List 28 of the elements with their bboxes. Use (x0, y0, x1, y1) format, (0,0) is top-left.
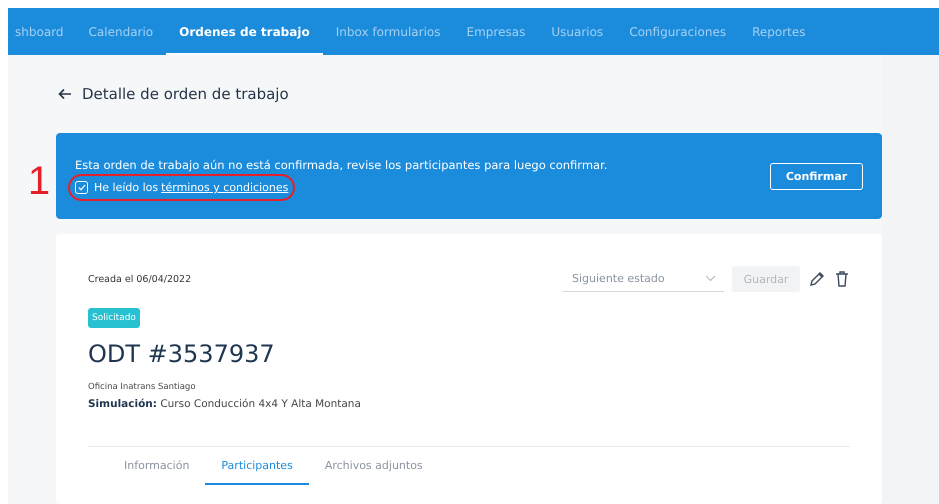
course-detail: Simulación: Curso Conducción 4x4 Y Alta Montana (88, 398, 362, 410)
card-tab[interactable]: Archivos adjuntos (308, 447, 439, 485)
status-badge: Solicitado (88, 308, 140, 328)
status-select[interactable]: Siguiente estado (562, 266, 724, 292)
back-arrow-icon[interactable] (58, 88, 72, 100)
card-tab[interactable]: Participantes (205, 447, 309, 485)
terms-link[interactable]: términos y condiciones (161, 181, 288, 194)
nav-tab[interactable]: Inbox formularios (322, 8, 454, 55)
nav-tab[interactable]: Usuarios (538, 8, 616, 55)
banner-message: Esta orden de trabajo aún no está confirmada, revise los participantes para luego confirmar. (75, 158, 608, 172)
trash-icon[interactable] (834, 270, 850, 288)
terms-checkbox[interactable]: He leído los términos y condiciones (75, 181, 288, 194)
annotation-number: 1 (26, 161, 50, 201)
checkbox-label: He leído los (94, 181, 158, 194)
check-icon (78, 184, 86, 191)
office-name: Oficina Inatrans Santiago (88, 382, 197, 392)
order-title: ODT #3537937 (88, 340, 276, 368)
page-title: Detalle de orden de trabajo (82, 85, 289, 103)
nav-tab[interactable]: Calendario (76, 8, 166, 55)
created-date: Creada el 06/04/2022 (88, 274, 192, 284)
confirm-button[interactable]: Confirmar (770, 162, 863, 190)
nav-tab[interactable]: shboard (8, 8, 76, 55)
pencil-icon[interactable] (808, 270, 826, 288)
nav-tab[interactable]: Empresas (454, 8, 538, 55)
nav-tab[interactable]: Reportes (739, 8, 819, 55)
card-tab[interactable]: Información (108, 447, 206, 485)
chevron-down-icon (705, 275, 716, 282)
nav-tab[interactable]: Configuraciones (616, 8, 740, 55)
